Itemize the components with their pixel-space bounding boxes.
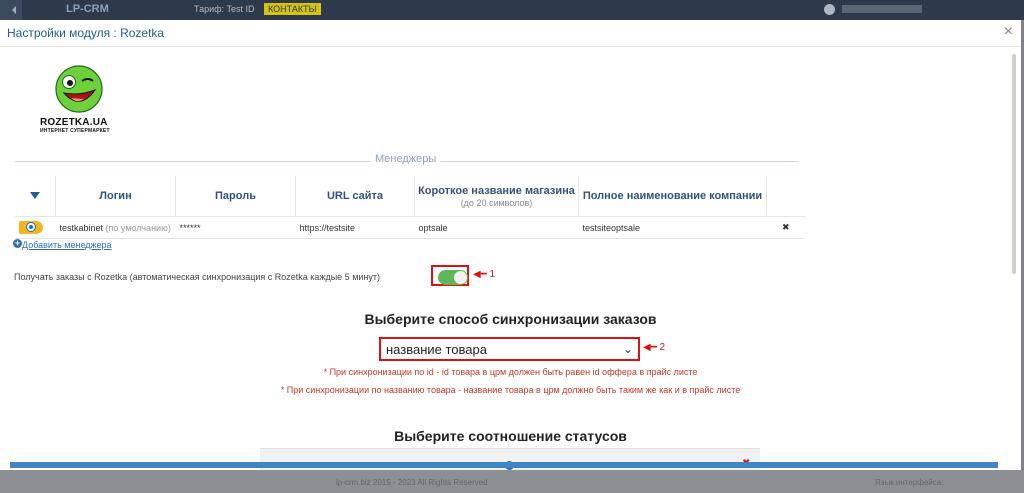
background-topbar: LP-CRM Тариф: Test ID КОНТАКТЫ xyxy=(0,0,1024,20)
user-avatar-icon xyxy=(824,4,835,15)
column-shop-short-hint: (до 20 символов) xyxy=(460,197,533,208)
vertical-scrollbar[interactable] xyxy=(1012,54,1016,274)
cell-login: testkabinet (по умолчанию) xyxy=(55,216,176,239)
add-manager-icon[interactable]: + xyxy=(13,239,22,248)
column-login: Логин xyxy=(55,176,176,217)
default-badge[interactable] xyxy=(19,221,43,234)
cell-password: ****** xyxy=(175,216,296,239)
status-mapping-heading: Выберите соотношение статусов xyxy=(394,428,627,444)
back-arrow-icon xyxy=(0,0,22,20)
add-manager-link[interactable]: Добавить менеджера xyxy=(22,240,112,250)
managers-legend: Менеджеры xyxy=(371,153,441,165)
column-company-full: Полное наименование компании xyxy=(578,176,767,217)
column-password: Пароль xyxy=(175,176,296,217)
sync-method-heading: Выберите способ синхронизации заказов xyxy=(364,311,657,327)
cell-url: https://testsite xyxy=(295,216,415,239)
sync-by-name-note: * При синхронизации по названию товара -… xyxy=(280,385,741,395)
sync-method-value[interactable]: название товара xyxy=(386,342,487,357)
modal-header: Настройки модуля : Rozetka × xyxy=(0,20,1021,47)
background-user-name xyxy=(842,5,922,13)
cell-company-full: testsiteoptsale xyxy=(578,216,767,239)
sync-by-id-note: * При синхронизации по id - id товара в … xyxy=(323,367,698,377)
annotation-arrow-2: ◀━ 2 xyxy=(643,342,666,353)
managers-table: Логин Пароль URL сайта Короткое название… xyxy=(15,176,805,239)
default-note: (по умолчанию) xyxy=(105,222,171,233)
chevron-down-icon[interactable]: ⌄ xyxy=(623,342,633,356)
sort-down-icon[interactable] xyxy=(30,192,40,199)
sort-column[interactable] xyxy=(15,176,56,217)
footer-language: Язык интерфейса: xyxy=(875,478,944,487)
background-brand: LP-CRM xyxy=(66,3,109,15)
table-row: testkabinet (по умолчанию) ****** https:… xyxy=(15,216,805,239)
managers-table-header: Логин Пароль URL сайта Короткое название… xyxy=(15,176,805,217)
sync-orders-label: Получать заказы с Rozetka (автоматическа… xyxy=(14,272,380,282)
column-url: URL сайта xyxy=(295,176,415,217)
column-shop-short: Короткое название магазина (до 20 символ… xyxy=(414,176,579,217)
horizontal-scrollbar[interactable] xyxy=(10,462,998,468)
sync-toggle-highlight xyxy=(431,265,469,286)
column-actions xyxy=(766,176,805,217)
sync-method-select[interactable]: название товара ⌄ xyxy=(379,337,640,361)
logo-text: ROZETKA.UA xyxy=(40,117,108,128)
default-radio[interactable] xyxy=(26,222,36,232)
sync-orders-toggle[interactable] xyxy=(438,270,468,285)
modal-title: Настройки модуля : Rozetka xyxy=(7,26,165,40)
annotation-arrow-1: ◀━ 1 xyxy=(473,269,496,280)
column-shop-short-label: Короткое название магазина xyxy=(418,184,575,197)
background-badge: КОНТАКТЫ xyxy=(264,3,321,15)
delete-manager-icon[interactable]: ✖ xyxy=(766,216,805,239)
background-tariff: Тариф: Test ID xyxy=(194,4,255,14)
logo-subtitle: ИНТЕРНЕТ СУПЕРМАРКЕТ xyxy=(40,128,110,134)
default-radio-cell[interactable] xyxy=(15,216,56,239)
module-settings-modal: Настройки модуля : Rozetka × ROZETKA.UA … xyxy=(0,20,1021,470)
toggle-knob[interactable] xyxy=(454,271,467,284)
background-footer: lp-crm.biz 2015 - 2023 All Rights Reserv… xyxy=(0,470,1024,493)
footer-copyright: lp-crm.biz 2015 - 2023 All Rights Reserv… xyxy=(336,478,488,487)
cell-shop-short: optsale xyxy=(414,216,579,239)
login-value: testkabinet xyxy=(59,222,104,233)
close-icon[interactable]: × xyxy=(1004,22,1013,42)
